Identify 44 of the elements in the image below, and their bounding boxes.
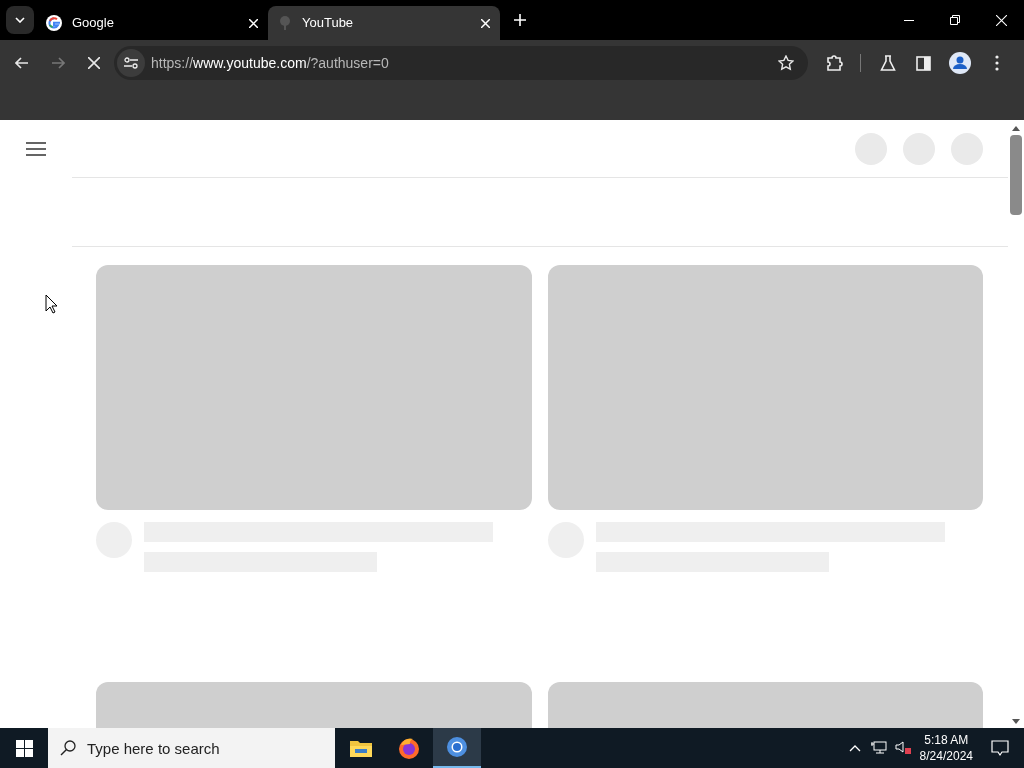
search-icon [60,740,76,756]
caret-icon [15,17,25,23]
address-bar[interactable]: https://www.youtube.com/?authuser=0 [114,46,808,80]
scrollbar-thumb[interactable] [1010,135,1022,215]
chevron-up-icon[interactable] [848,744,861,752]
close-tab-icon[interactable] [481,18,490,28]
minimize-icon [904,19,914,21]
network-icon[interactable] [870,741,887,755]
close-icon [995,14,1007,26]
tab-search-button[interactable] [6,6,34,34]
browser-circle-icon [446,736,468,758]
bookmark-star-icon[interactable] [778,55,794,71]
profile-avatar-icon[interactable] [949,52,971,74]
windows-start-icon[interactable] [16,739,33,757]
close-tab-icon[interactable] [249,18,258,28]
plus-icon [514,14,526,26]
tab-title: Google [72,14,115,33]
fox-globe-icon [398,737,420,759]
stop-loading-icon [88,57,100,69]
scroll-up-icon[interactable] [1012,126,1020,131]
scroll-down-icon[interactable] [1012,719,1020,724]
restore-icon [950,15,960,25]
mouse-cursor-icon [45,294,58,314]
clock-date: 8/24/2024 [919,748,973,764]
flask-icon[interactable] [880,55,896,71]
taskbar-app-button[interactable] [433,728,481,768]
back-arrow-icon [15,57,29,69]
muted-speaker-icon[interactable] [894,741,911,755]
more-options-icon[interactable] [995,55,999,71]
tab-title: YouTube [302,14,355,33]
site-info-button[interactable] [117,49,145,77]
tune-icon [124,57,138,69]
taskbar-search-field[interactable]: Type here to search [48,728,335,768]
clock-time: 5:18 AM [924,732,969,748]
forward-arrow-icon [51,57,65,69]
google-logo-icon [46,15,62,31]
browser-tab[interactable]: YouTube [268,6,500,40]
folder-icon [350,739,372,757]
side-panel-icon[interactable] [916,55,931,71]
puzzle-piece-icon[interactable] [826,54,844,72]
loading-globe-icon [278,15,292,31]
url-text: https://www.youtube.com/?authuser=0 [151,53,389,73]
menu-icon[interactable] [26,141,46,156]
notification-icon[interactable] [991,739,1009,757]
